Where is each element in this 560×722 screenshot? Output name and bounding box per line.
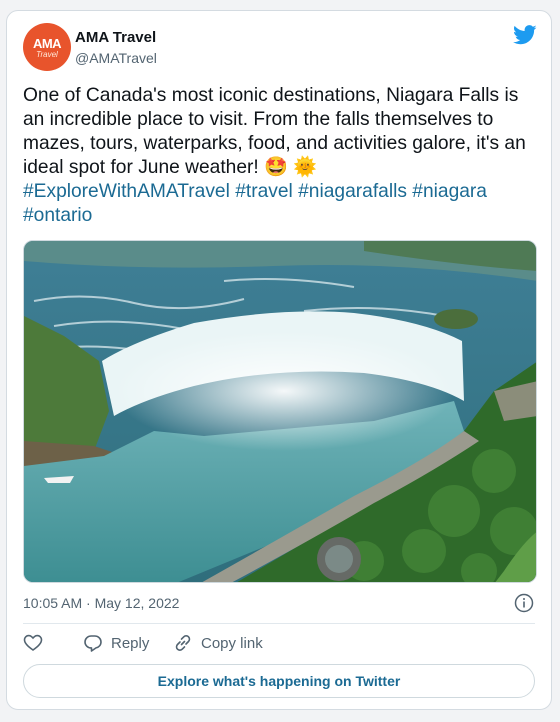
copy-link-button[interactable]: Copy link xyxy=(173,633,263,653)
avatar[interactable]: AMA Travel xyxy=(23,23,71,71)
tweet-actions: Reply Copy link xyxy=(23,631,543,659)
tweet-timestamp[interactable]: 10:05 AM · May 12, 2022 xyxy=(23,595,179,611)
heart-icon xyxy=(23,634,43,651)
hashtag-link[interactable]: #niagara xyxy=(412,181,487,202)
tweet-text: One of Canada's most iconic destinations… xyxy=(23,84,543,228)
avatar-logo-text: AMA xyxy=(32,36,62,51)
author-name[interactable]: AMA Travel xyxy=(75,29,156,46)
reply-label: Reply xyxy=(111,634,150,652)
reply-icon xyxy=(84,635,102,652)
twitter-bird-icon[interactable] xyxy=(513,25,537,45)
hashtag-link[interactable]: #ExploreWithAMATravel xyxy=(23,181,230,202)
explore-twitter-button[interactable]: Explore what's happening on Twitter xyxy=(23,664,535,698)
tweet-photo[interactable] xyxy=(23,240,537,583)
avatar-logo-subtext: Travel xyxy=(36,50,58,59)
like-button[interactable] xyxy=(23,633,43,653)
author-handle[interactable]: @AMATravel xyxy=(75,50,157,66)
copy-link-label: Copy link xyxy=(201,634,263,652)
divider xyxy=(23,623,535,624)
reply-button[interactable]: Reply xyxy=(83,633,149,653)
tweet-card: AMA Travel AMA Travel @AMATravel One of … xyxy=(6,10,552,710)
info-icon[interactable] xyxy=(514,593,534,613)
hashtag-link[interactable]: #ontario xyxy=(23,205,92,226)
tweet-emojis: 🤩 🌞 xyxy=(264,157,318,178)
link-icon xyxy=(175,635,191,651)
hashtag-link[interactable]: #niagarafalls xyxy=(298,181,407,202)
niagara-falls-photo-icon xyxy=(24,241,536,582)
hashtag-link[interactable]: #travel xyxy=(235,181,293,202)
